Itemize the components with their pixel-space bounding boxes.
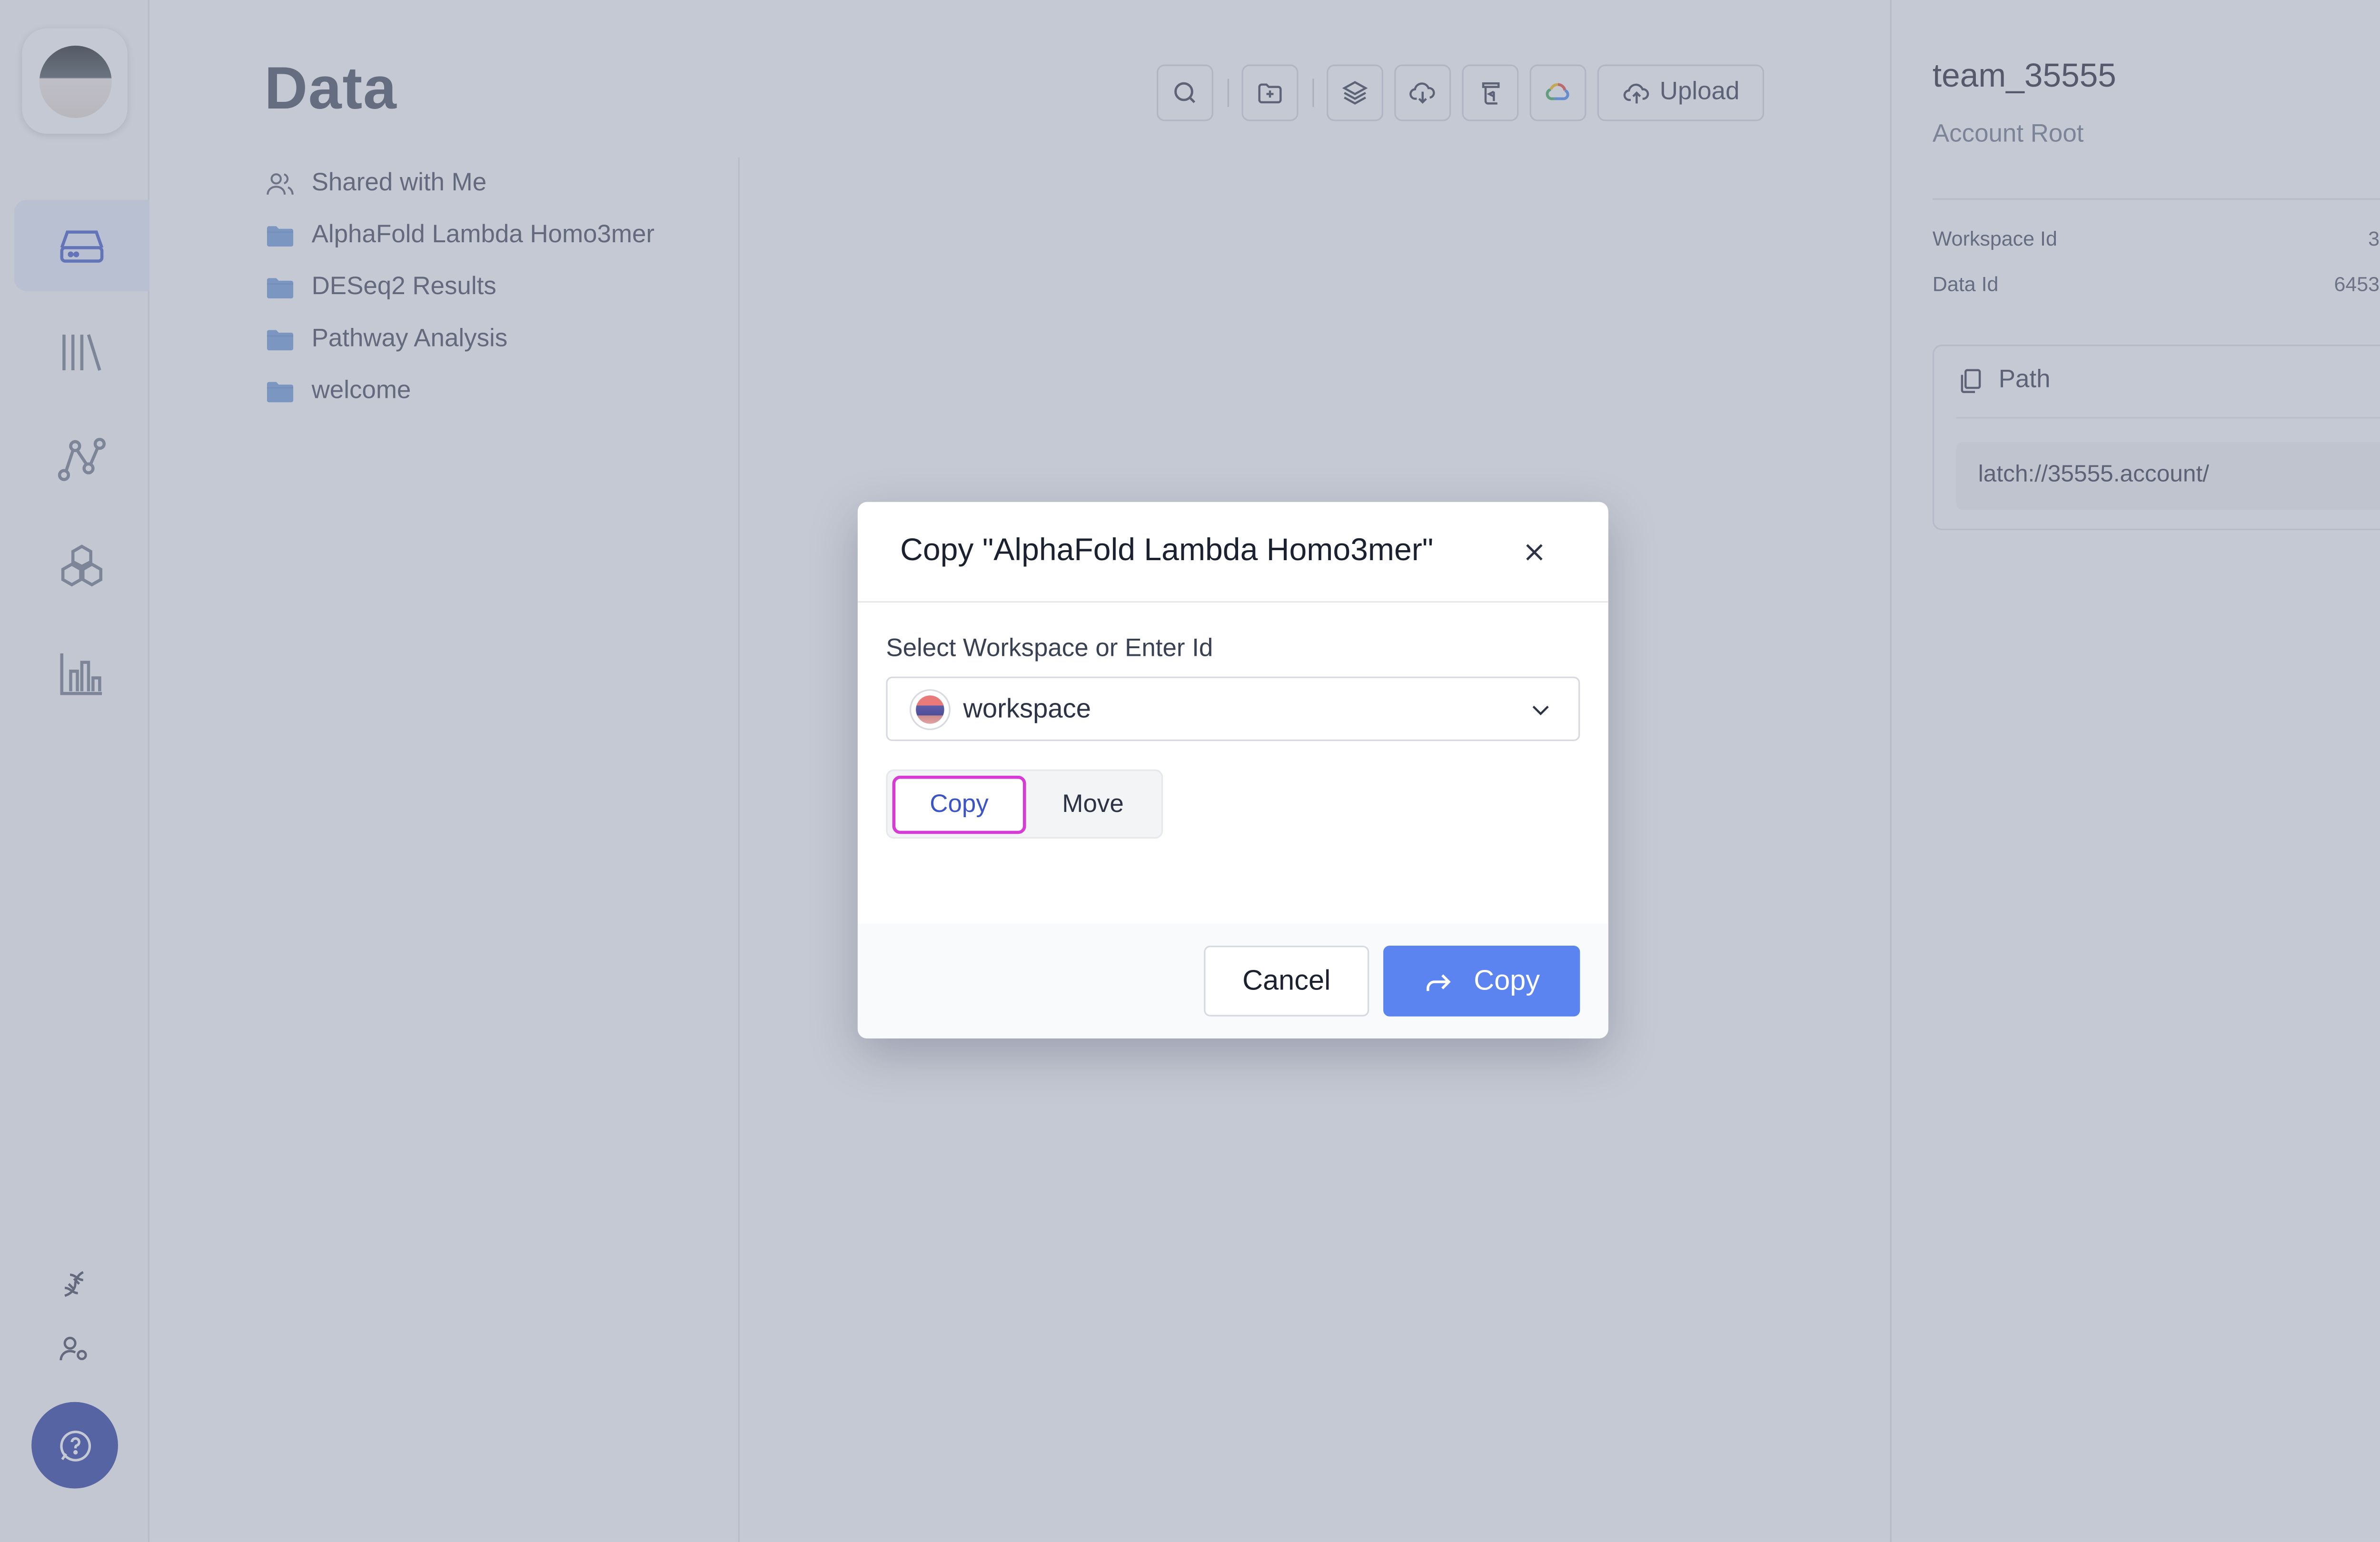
workspace-select[interactable]: workspace (886, 676, 1580, 741)
copy-option[interactable]: Copy (892, 775, 1026, 834)
cancel-button[interactable]: Cancel (1204, 945, 1369, 1017)
copy-dialog: Copy "AlphaFold Lambda Homo3mer" Select … (857, 502, 1608, 1039)
dialog-footer: Cancel Copy (857, 923, 1608, 1039)
close-icon (1526, 544, 1543, 561)
close-button[interactable] (1514, 532, 1555, 573)
forward-arrow-icon (1427, 973, 1452, 990)
move-option[interactable]: Move (1026, 776, 1160, 834)
workspace-avatar-icon (909, 688, 951, 730)
dialog-header: Copy "AlphaFold Lambda Homo3mer" (857, 502, 1608, 603)
copy-move-toggle: Copy Move (886, 769, 1163, 839)
confirm-copy-button[interactable]: Copy (1383, 945, 1580, 1017)
dialog-title: Copy "AlphaFold Lambda Homo3mer" (900, 533, 1434, 568)
app-window: Data Upload (0, 0, 2380, 1542)
workspace-select-value: workspace (963, 693, 1091, 723)
chevron-down-icon (1532, 705, 1549, 715)
confirm-copy-label: Copy (1474, 964, 1540, 996)
workspace-field-label: Select Workspace or Enter Id (886, 635, 1213, 662)
